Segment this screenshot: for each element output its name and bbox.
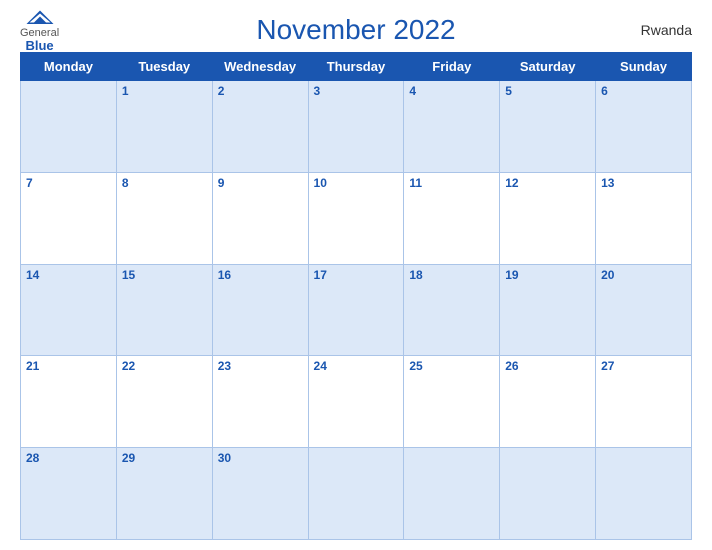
- calendar-day-13: 13: [596, 172, 692, 264]
- country-label: Rwanda: [641, 22, 692, 38]
- calendar-week-row: 14151617181920: [21, 264, 692, 356]
- calendar-day-16: 16: [212, 264, 308, 356]
- calendar-day-20: 20: [596, 264, 692, 356]
- calendar-day-empty: [596, 448, 692, 540]
- month-title: November 2022: [256, 14, 455, 46]
- calendar-day-25: 25: [404, 356, 500, 448]
- calendar-day-empty: [404, 448, 500, 540]
- calendar-day-17: 17: [308, 264, 404, 356]
- calendar-day-22: 22: [116, 356, 212, 448]
- calendar-day-23: 23: [212, 356, 308, 448]
- logo: General Blue: [20, 9, 59, 52]
- calendar-day-19: 19: [500, 264, 596, 356]
- calendar-day-28: 28: [21, 448, 117, 540]
- calendar-day-14: 14: [21, 264, 117, 356]
- calendar-day-9: 9: [212, 172, 308, 264]
- calendar-day-24: 24: [308, 356, 404, 448]
- calendar-day-27: 27: [596, 356, 692, 448]
- calendar-day-10: 10: [308, 172, 404, 264]
- weekday-header-saturday: Saturday: [500, 53, 596, 81]
- header: General Blue November 2022 Rwanda: [20, 14, 692, 46]
- calendar-day-5: 5: [500, 81, 596, 173]
- calendar-day-empty: [308, 448, 404, 540]
- calendar-day-empty: [500, 448, 596, 540]
- calendar-day-4: 4: [404, 81, 500, 173]
- calendar-day-26: 26: [500, 356, 596, 448]
- calendar-week-row: 282930: [21, 448, 692, 540]
- calendar-day-7: 7: [21, 172, 117, 264]
- calendar-day-1: 1: [116, 81, 212, 173]
- calendar-day-2: 2: [212, 81, 308, 173]
- calendar-table: MondayTuesdayWednesdayThursdayFridaySatu…: [20, 52, 692, 540]
- calendar-day-30: 30: [212, 448, 308, 540]
- calendar-day-8: 8: [116, 172, 212, 264]
- calendar-day-21: 21: [21, 356, 117, 448]
- calendar-day-12: 12: [500, 172, 596, 264]
- calendar-day-empty: [21, 81, 117, 173]
- weekday-header-wednesday: Wednesday: [212, 53, 308, 81]
- calendar-day-11: 11: [404, 172, 500, 264]
- general-blue-icon: [25, 9, 55, 27]
- weekday-header-friday: Friday: [404, 53, 500, 81]
- weekday-header-thursday: Thursday: [308, 53, 404, 81]
- logo-blue-text: Blue: [25, 39, 53, 52]
- logo-general-text: General: [20, 28, 59, 39]
- calendar-day-6: 6: [596, 81, 692, 173]
- weekday-header-row: MondayTuesdayWednesdayThursdayFridaySatu…: [21, 53, 692, 81]
- calendar-week-row: 123456: [21, 81, 692, 173]
- calendar-week-row: 78910111213: [21, 172, 692, 264]
- calendar-day-15: 15: [116, 264, 212, 356]
- weekday-header-sunday: Sunday: [596, 53, 692, 81]
- weekday-header-monday: Monday: [21, 53, 117, 81]
- calendar-day-3: 3: [308, 81, 404, 173]
- weekday-header-tuesday: Tuesday: [116, 53, 212, 81]
- calendar-week-row: 21222324252627: [21, 356, 692, 448]
- calendar-day-29: 29: [116, 448, 212, 540]
- calendar-day-18: 18: [404, 264, 500, 356]
